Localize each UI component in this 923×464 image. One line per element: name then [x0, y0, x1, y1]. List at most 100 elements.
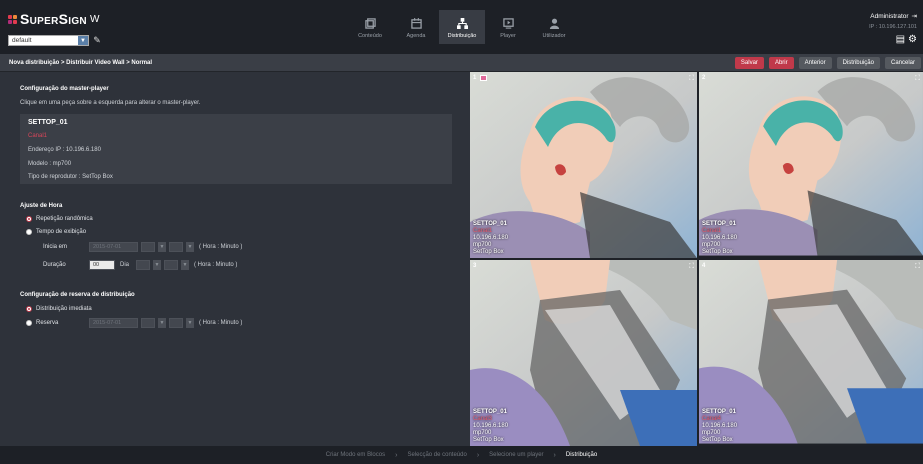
nav-distribution[interactable]: Distribuição — [439, 10, 485, 44]
tile-player-name: SETTOP_01 — [702, 221, 736, 227]
tile-channel: Canal1 — [473, 228, 493, 234]
distribute-button[interactable]: Distribuição — [836, 57, 880, 69]
group-select[interactable]: default ▼ — [8, 35, 89, 46]
start-hour-select[interactable] — [141, 242, 155, 252]
network-icon: ⛶ — [915, 75, 920, 82]
chevron-down-icon: ▼ — [181, 260, 190, 270]
nav-schedule[interactable]: Agenda — [393, 10, 439, 54]
notice-icon[interactable]: ▤ — [896, 34, 905, 45]
chevron-down-icon: ▼ — [186, 242, 194, 252]
chevron-down-icon: ▼ — [78, 36, 88, 45]
user-icon — [549, 18, 559, 29]
network-icon: ⛶ — [689, 263, 694, 270]
chevron-right-icon: › — [553, 451, 556, 459]
reserve-hour-select[interactable] — [141, 318, 155, 328]
cancel-button[interactable]: Cancelar — [884, 57, 921, 69]
radio-random-repeat[interactable]: Repetição randômica — [26, 216, 93, 222]
logout-icon[interactable]: ⇥ — [912, 12, 917, 20]
main-nav: Conteúdo Agenda Distribuição Player Util… — [347, 10, 577, 54]
master-player-card: SETTOP_01 Canal1 Endereço IP : 10.196.6.… — [20, 114, 452, 184]
tile-type: SetTop Box — [473, 249, 504, 255]
tile-channel: Canal3 — [473, 416, 493, 422]
nav-content-label: Conteúdo — [358, 33, 382, 39]
radio-reserve-label: Reserva — [36, 320, 59, 326]
reserve-time-unit: ( Hora : Minuto ) — [199, 320, 243, 326]
tile-player-name: SETTOP_01 — [473, 409, 507, 415]
distribution-icon — [456, 18, 468, 29]
start-date-field[interactable]: 2015-07-01 — [89, 242, 138, 252]
nav-user-label: Utilizador — [542, 33, 566, 39]
wall-tile-1[interactable]: 1 ⛶ SETTOP_01 Canal1 10.196.6.180 mp700 … — [470, 72, 697, 258]
radio-dot — [26, 216, 32, 222]
reserve-row: 2015-07-01 ▼ ▼ ( Hora : Minuto ) — [89, 318, 242, 328]
nav-user[interactable]: Utilizador — [531, 10, 577, 54]
brand-logo: SuperSign W — [8, 11, 99, 27]
radio-immediate-label: Distribuição imediata — [36, 306, 92, 312]
nav-content[interactable]: Conteúdo — [347, 10, 393, 54]
tile-info: SETTOP_01 Canal1 10.196.6.180 mp700 SetT… — [702, 221, 737, 256]
settings-panel: Configuração do master-player Clique em … — [0, 72, 470, 446]
network-icon: ⛶ — [915, 263, 920, 270]
chevron-down-icon: ▼ — [186, 318, 194, 328]
duration-minute-select[interactable] — [164, 260, 179, 270]
user-area: Administrator ⇥ IP : 10.196.127.101 ▤ ⚙ — [869, 12, 917, 46]
start-row: 2015-07-01 ▼ ▼ ( Hora : Minuto ) — [89, 242, 242, 252]
gear-icon[interactable]: ⚙ — [908, 34, 917, 45]
day-unit: Dia — [120, 262, 130, 268]
breadcrumb: Nova distribuição > Distribuir Video Wal… — [9, 60, 153, 66]
chevron-down-icon: ▼ — [158, 318, 166, 328]
nav-distribution-label: Distribuição — [447, 33, 477, 39]
tile-number: 4 — [702, 263, 706, 269]
duration-time-unit: ( Hora : Minuto ) — [194, 262, 238, 268]
duration-days-field[interactable]: 00 — [89, 260, 115, 270]
wall-tile-2[interactable]: 2 ⛶ SETTOP_01 Canal1 10.196.6.180 mp700 … — [699, 72, 923, 258]
master-player-channel: Canal1 — [28, 133, 48, 139]
network-icon: ⛶ — [689, 75, 694, 82]
duration-row: 00 Dia ▼ ▼ ( Hora : Minuto ) — [89, 260, 237, 270]
master-hint: Clique em uma peça sobre a esquerda para… — [20, 100, 201, 106]
start-time-unit: ( Hora : Minuto ) — [199, 244, 243, 250]
edit-pencil-icon[interactable]: ✎ — [92, 35, 102, 46]
open-button[interactable]: Abrir — [768, 57, 794, 69]
server-ip: IP : 10.196.127.101 — [869, 24, 917, 30]
duration-hour-select[interactable] — [136, 260, 151, 270]
step-content-selection[interactable]: Selecção de conteúdo — [407, 452, 466, 458]
reserve-minute-select[interactable] — [169, 318, 183, 328]
master-player-name: SETTOP_01 — [28, 119, 68, 126]
radio-display-time[interactable]: Tempo de exibição — [26, 229, 86, 235]
brand-suffix: W — [89, 13, 100, 25]
tile-ip: 10.196.6.180 — [473, 423, 509, 429]
wall-tile-4[interactable]: 4 ⛶ SETTOP_01 Canal4 10.196.6.180 mp700 … — [699, 260, 923, 446]
chevron-right-icon: › — [395, 451, 398, 459]
step-distribution[interactable]: Distribuição — [566, 452, 597, 458]
previous-button[interactable]: Anterior — [798, 57, 832, 69]
tile-info: SETTOP_01 Canal1 10.196.6.180 mp700 SetT… — [473, 221, 508, 256]
start-label: Inicia em — [43, 244, 68, 250]
duration-label: Duração — [43, 262, 66, 268]
save-button[interactable]: Salvar — [734, 57, 764, 69]
radio-random-repeat-label: Repetição randômica — [36, 216, 93, 222]
tile-model: mp700 — [702, 242, 721, 248]
tile-type: SetTop Box — [702, 249, 733, 255]
radio-immediate[interactable]: Distribuição imediata — [26, 306, 92, 312]
time-section-title: Ajuste de Hora — [20, 203, 63, 209]
nav-player-label: Player — [500, 33, 516, 39]
nav-player[interactable]: Player — [485, 10, 531, 54]
start-minute-select[interactable] — [169, 242, 183, 252]
radio-reserve[interactable]: Reserva — [26, 320, 58, 326]
tile-info: SETTOP_01 Canal4 10.196.6.180 mp700 SetT… — [702, 409, 737, 444]
wizard-steps: Criar Modo em Blocos › Selecção de conte… — [0, 446, 923, 464]
reserve-date-field[interactable]: 2015-07-01 — [89, 318, 138, 328]
radio-dot — [26, 306, 32, 312]
player-icon — [502, 18, 514, 29]
wall-tile-3[interactable]: 3 ⛶ SETTOP_01 Canal3 10.196.6.180 mp700 … — [470, 260, 697, 446]
step-player-selection[interactable]: Selecione um player — [489, 452, 543, 458]
tile-number: 3 — [473, 263, 477, 269]
content-icon — [364, 18, 376, 29]
tile-model: mp700 — [702, 430, 721, 436]
nav-schedule-label: Agenda — [406, 33, 426, 39]
tile-channel: Canal4 — [702, 416, 722, 422]
step-block-mode[interactable]: Criar Modo em Blocos — [326, 452, 385, 458]
tile-model: mp700 — [473, 242, 492, 248]
radio-dot — [26, 229, 32, 235]
